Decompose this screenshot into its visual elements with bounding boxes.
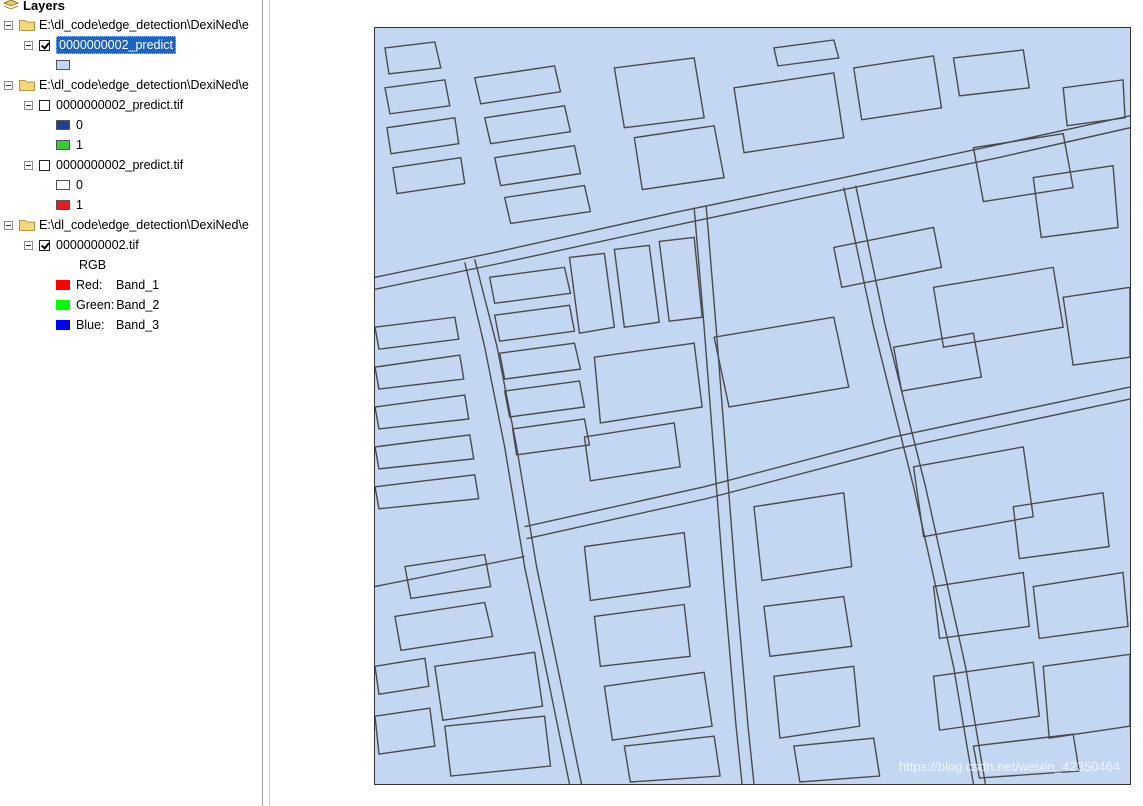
legend-label: 0: [76, 178, 83, 192]
legend-label: 1: [76, 198, 83, 212]
collapse-toggle[interactable]: [4, 220, 13, 230]
band-item: Red: Band_1: [56, 275, 159, 295]
green-swatch: [56, 300, 70, 310]
legend-item: 1: [56, 195, 83, 215]
channel-label: Green:: [76, 298, 115, 312]
table-of-contents: Layers E:\dl_code\edge_detection\DexiNed…: [0, 0, 262, 806]
layer-row[interactable]: 0000000002_predict: [24, 35, 176, 55]
layer-row[interactable]: 0000000002.tif: [24, 235, 139, 255]
legend-swatch: [56, 140, 70, 150]
legend-item: [56, 55, 76, 75]
group-path: E:\dl_code\edge_detection\DexiNed\e: [39, 218, 249, 232]
band-item: Green: Band_2: [56, 295, 159, 315]
band-name: Band_1: [116, 278, 160, 292]
layer-name[interactable]: 0000000002.tif: [56, 238, 139, 252]
legend-item: 0: [56, 175, 83, 195]
blue-swatch: [56, 320, 70, 330]
layers-root[interactable]: Layers: [3, 0, 65, 15]
band-name: Band_2: [116, 298, 160, 312]
collapse-toggle[interactable]: [4, 80, 13, 90]
layer-visibility-checkbox[interactable]: [39, 39, 50, 51]
layers-root-label: Layers: [23, 0, 65, 13]
channel-label: Red:: [76, 278, 103, 292]
band-name: Band_3: [116, 318, 160, 332]
layer-row[interactable]: 0000000002_predict.tif: [24, 95, 183, 115]
layer-visibility-checkbox[interactable]: [39, 159, 50, 171]
folder-icon: [19, 220, 35, 231]
group-row-1[interactable]: E:\dl_code\edge_detection\DexiNed\e: [4, 15, 249, 35]
layer-name[interactable]: 0000000002_predict.tif: [56, 98, 183, 112]
group-row-3[interactable]: E:\dl_code\edge_detection\DexiNed\e: [4, 215, 249, 235]
layer-visibility-checkbox[interactable]: [39, 99, 50, 111]
folder-icon: [19, 20, 35, 31]
layer-name[interactable]: 0000000002_predict.tif: [56, 158, 183, 172]
edge-map-raster[interactable]: https://blog.csdn.net/weixin_42350464: [374, 27, 1131, 785]
layer-visibility-checkbox[interactable]: [39, 239, 50, 251]
rgb-label: RGB: [79, 258, 107, 272]
collapse-toggle[interactable]: [4, 20, 13, 30]
collapse-toggle[interactable]: [24, 100, 33, 110]
group-row-2[interactable]: E:\dl_code\edge_detection\DexiNed\e: [4, 75, 249, 95]
group-path: E:\dl_code\edge_detection\DexiNed\e: [39, 18, 249, 32]
red-swatch: [56, 280, 70, 290]
legend-swatch: [56, 120, 70, 130]
panel-splitter[interactable]: [262, 0, 270, 806]
legend-swatch: [56, 60, 70, 70]
layers-stack-icon: [3, 0, 19, 10]
collapse-toggle[interactable]: [24, 240, 33, 250]
edge-lines: [375, 39, 1130, 784]
legend-label: 1: [76, 138, 83, 152]
watermark: https://blog.csdn.net/weixin_42350464: [898, 759, 1120, 774]
channel-label: Blue:: [76, 318, 105, 332]
legend-swatch: [56, 180, 70, 190]
legend-label: 0: [76, 118, 83, 132]
legend-item: 1: [56, 135, 83, 155]
legend-item: 0: [56, 115, 83, 135]
collapse-toggle[interactable]: [24, 160, 33, 170]
collapse-toggle[interactable]: [24, 40, 33, 50]
rgb-heading: RGB: [79, 255, 106, 275]
layer-row[interactable]: 0000000002_predict.tif: [24, 155, 183, 175]
legend-swatch: [56, 200, 70, 210]
layer-name[interactable]: 0000000002_predict: [56, 36, 176, 54]
folder-icon: [19, 80, 35, 91]
map-view[interactable]: https://blog.csdn.net/weixin_42350464: [271, 0, 1143, 806]
group-path: E:\dl_code\edge_detection\DexiNed\e: [39, 78, 249, 92]
band-item: Blue: Band_3: [56, 315, 159, 335]
